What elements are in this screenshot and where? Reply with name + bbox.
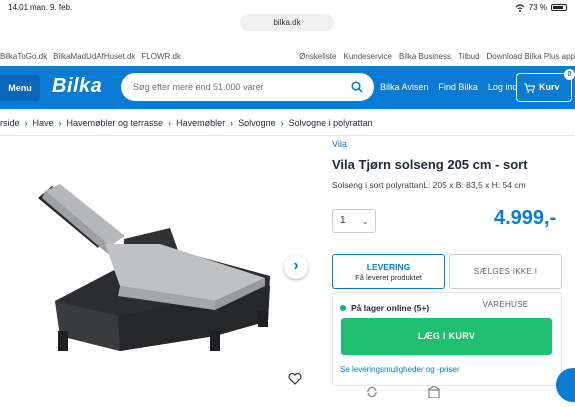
link-offers[interactable]: Tilbud [458, 52, 480, 61]
breadcrumb-havemobler[interactable]: Havemøbler [176, 118, 225, 132]
chevron-right-icon: › [25, 118, 28, 132]
chevron-right-icon: › [281, 118, 284, 132]
breadcrumb-solvogne-polyrattan[interactable]: Solvogne i polyrattan [289, 118, 373, 132]
in-stock-dot-icon [340, 305, 346, 311]
nav-login[interactable]: Log ind [488, 82, 518, 92]
breadcrumb-solvogne[interactable]: Solvogne [238, 118, 276, 132]
nav-find-bilka[interactable]: Find Bilka [438, 82, 478, 92]
top-links: BilkaToGo.dk BilkaMadUdAfHuset.dk FLOWR.… [0, 50, 575, 64]
store-icon [427, 386, 441, 398]
delivery-options-link[interactable]: Se leveringsmuligheder og -priser [340, 365, 460, 374]
link-bilkatogo[interactable]: BilkaToGo.dk [0, 52, 47, 61]
next-image-button[interactable]: › [284, 255, 308, 279]
cart-label: Kurv [539, 74, 560, 101]
link-bilka-business[interactable]: Bilka Business [399, 52, 451, 61]
breadcrumb-havemobler-terrasse[interactable]: Havemøbler og terrasse [67, 118, 164, 132]
url-bar[interactable]: bilka.dk [240, 14, 334, 31]
cart-count-badge: 0 [564, 69, 575, 80]
product-image[interactable] [0, 136, 318, 402]
chevron-right-icon: › [230, 118, 233, 132]
product-title: Vila Tjørn solseng 205 cm - sort [332, 157, 528, 172]
battery-text: 73 % [529, 3, 547, 12]
battery-icon [551, 4, 567, 11]
top-links-left: BilkaToGo.dk BilkaMadUdAfHuset.dk FLOWR.… [0, 52, 181, 61]
cart-icon [524, 83, 535, 93]
link-wishlist[interactable]: Ønskeliste [299, 52, 336, 61]
link-customer-service[interactable]: Kundeservice [343, 52, 391, 61]
stock-text: På lager online (5+) [351, 303, 429, 313]
top-links-right: Ønskeliste Kundeservice Bilka Business T… [299, 52, 575, 61]
tab-delivery-title: LEVERING [333, 262, 444, 272]
status-time: 14.01 [8, 3, 28, 12]
chevron-right-icon: › [168, 118, 171, 132]
status-right: 73 % [515, 3, 567, 12]
product-description: Solseng i sort polyrattanL: 205 x B: 83,… [332, 180, 526, 190]
link-flowr[interactable]: FLOWR.dk [141, 52, 181, 61]
wifi-icon [515, 4, 525, 12]
search-icon[interactable] [351, 81, 363, 93]
product-brand[interactable]: Vila [332, 139, 347, 149]
search-bar[interactable] [121, 73, 374, 101]
stock-status: På lager online (5+) [340, 303, 429, 313]
status-date: man. 9. feb. [30, 3, 72, 12]
chevron-right-icon: › [59, 118, 62, 132]
cart-button[interactable]: Kurv 0 [516, 73, 572, 102]
chevron-down-icon: ⌄ [361, 210, 369, 232]
bottom-icons [365, 386, 441, 398]
bilka-logo[interactable]: Bilka [52, 75, 102, 98]
product-price: 4.999,- [494, 207, 556, 230]
tab-store[interactable]: SÆLGES IKKE I VAREHUSE [449, 254, 562, 289]
breadcrumb: rside › Have › Havemøbler og terrasse › … [0, 118, 575, 132]
heart-icon[interactable] [288, 372, 302, 386]
nav-bilka-avisen[interactable]: Bilka Avisen [380, 82, 428, 92]
add-to-cart-button[interactable]: LÆG I KURV [341, 318, 552, 355]
tab-delivery-subtitle: Få leveret produktet [333, 273, 444, 282]
product-image-area [0, 136, 318, 402]
menu-button[interactable]: Menu [0, 75, 40, 101]
link-download-app[interactable]: Download Bilka Plus app [487, 52, 575, 61]
header-nav: Bilka Avisen Find Bilka Log ind [380, 82, 517, 92]
link-bilkamad[interactable]: BilkaMadUdAfHuset.dk [53, 52, 135, 61]
refresh-icon [365, 386, 379, 398]
tab-delivery[interactable]: LEVERING Få leveret produktet [332, 254, 445, 289]
quantity-select[interactable]: 1 ⌄ [332, 209, 376, 233]
search-input[interactable] [133, 80, 343, 94]
breadcrumb-home[interactable]: rside [0, 118, 20, 132]
quantity-value: 1 [340, 215, 346, 226]
breadcrumb-have[interactable]: Have [33, 118, 54, 132]
site-header: Menu Bilka Bilka Avisen Find Bilka Log i… [0, 66, 575, 109]
